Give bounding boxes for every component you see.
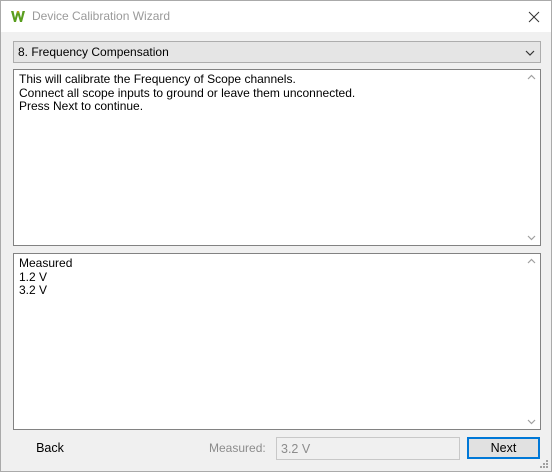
resize-grip-icon[interactable] — [539, 459, 549, 469]
scroll-up-icon[interactable] — [526, 257, 537, 266]
measurements-textbox[interactable]: Measured 1.2 V 3.2 V — [13, 253, 541, 430]
app-logo-icon — [11, 11, 25, 22]
scroll-down-icon[interactable] — [526, 417, 537, 426]
next-button[interactable]: Next — [467, 437, 540, 459]
calibration-step-dropdown[interactable]: 8. Frequency Compensation — [13, 41, 541, 63]
close-icon — [528, 11, 540, 22]
instructions-text: This will calibrate the Frequency of Sco… — [19, 72, 356, 113]
calibration-wizard-window: Device Calibration Wizard 8. Frequency C… — [0, 0, 552, 472]
back-button[interactable]: Back — [15, 437, 85, 459]
close-button[interactable] — [517, 1, 551, 32]
measured-label: Measured: — [209, 441, 266, 455]
instructions-textbox[interactable]: This will calibrate the Frequency of Sco… — [13, 69, 541, 246]
window-title: Device Calibration Wizard — [32, 9, 171, 23]
scroll-up-icon[interactable] — [526, 73, 537, 82]
measured-value: 3.2 V — [281, 442, 311, 456]
scroll-down-icon[interactable] — [526, 233, 537, 242]
measurements-text: Measured 1.2 V 3.2 V — [19, 256, 73, 297]
dropdown-selected-value: 8. Frequency Compensation — [18, 45, 169, 59]
chevron-down-icon — [525, 50, 535, 56]
measured-value-field: 3.2 V — [276, 437, 460, 460]
title-bar[interactable]: Device Calibration Wizard — [1, 1, 551, 32]
